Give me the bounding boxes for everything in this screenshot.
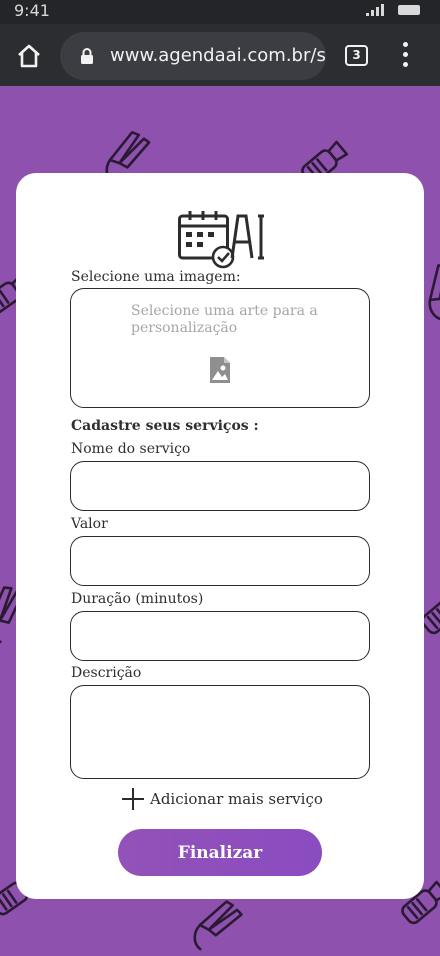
image-upload-box[interactable]: Selecione uma arte para a personalização: [70, 288, 370, 408]
duration-input[interactable]: [70, 611, 370, 661]
address-bar[interactable]: www.agendaai.com.br/st: [60, 32, 326, 80]
price-label: Valor: [71, 516, 108, 532]
services-heading: Cadastre seus serviços :: [71, 418, 259, 434]
status-bar: 9:41: [0, 0, 440, 24]
status-time: 9:41: [14, 1, 50, 20]
service-form-card: Selecione uma imagem: Selecione uma arte…: [16, 173, 424, 899]
url-text[interactable]: www.agendaai.com.br/st: [110, 45, 326, 66]
lock-icon: [81, 48, 93, 64]
logo-calendar-icon: [178, 211, 264, 269]
battery-icon: [398, 5, 420, 15]
add-service-label: Adicionar mais serviço: [150, 790, 323, 808]
image-icon: [210, 357, 230, 383]
finalize-button[interactable]: Finalizar: [118, 829, 322, 876]
tabs-button[interactable]: 3: [345, 45, 368, 66]
price-input[interactable]: [70, 536, 370, 586]
browser-bar: www.agendaai.com.br/st 3: [0, 24, 440, 86]
description-textarea[interactable]: [70, 685, 370, 779]
add-service-button[interactable]: Adicionar mais serviço: [122, 788, 323, 810]
home-icon[interactable]: [16, 44, 42, 68]
description-label: Descrição: [71, 665, 142, 681]
signal-icon: [366, 4, 386, 16]
image-label: Selecione uma imagem:: [71, 269, 241, 285]
plus-icon: [122, 788, 144, 810]
service-name-input[interactable]: [70, 461, 370, 511]
image-placeholder: Selecione uma arte para a personalização: [131, 303, 318, 336]
service-name-label: Nome do serviço: [71, 441, 191, 457]
duration-label: Duração (minutos): [71, 591, 204, 607]
menu-icon[interactable]: [398, 42, 414, 68]
